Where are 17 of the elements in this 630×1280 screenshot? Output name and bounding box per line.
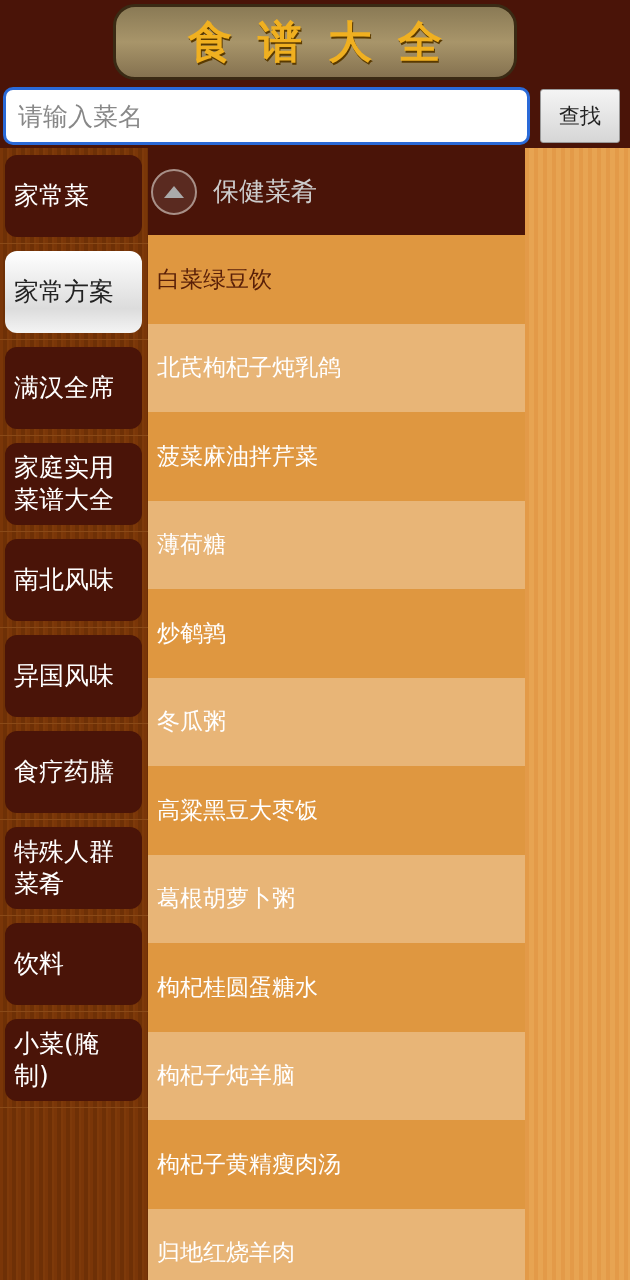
category-button[interactable]: 家常方案 [5,250,142,333]
category-button[interactable]: 食疗药膳 [5,730,142,813]
category-button[interactable]: 家庭实用菜谱大全 [5,442,142,525]
section-title: 保健菜肴 [213,175,317,208]
category-button[interactable]: 家常菜 [5,154,142,237]
category-button[interactable]: 满汉全席 [5,346,142,429]
category-button[interactable]: 南北风味 [5,538,142,621]
triangle-icon [164,185,184,198]
category-button[interactable]: 小菜(腌制) [5,1018,142,1101]
recipe-item[interactable]: 白菜绿豆饮 [148,235,525,324]
category-button[interactable]: 饮料 [5,922,142,1005]
app-title: 食谱大全 [188,14,468,69]
search-button[interactable]: 查找 [540,89,620,143]
category-button[interactable]: 特殊人群菜肴 [5,826,142,909]
search-field[interactable]: 请输入菜名 [3,87,530,145]
collapse-button[interactable] [151,168,197,215]
category-button[interactable]: 异国风味 [5,634,142,717]
